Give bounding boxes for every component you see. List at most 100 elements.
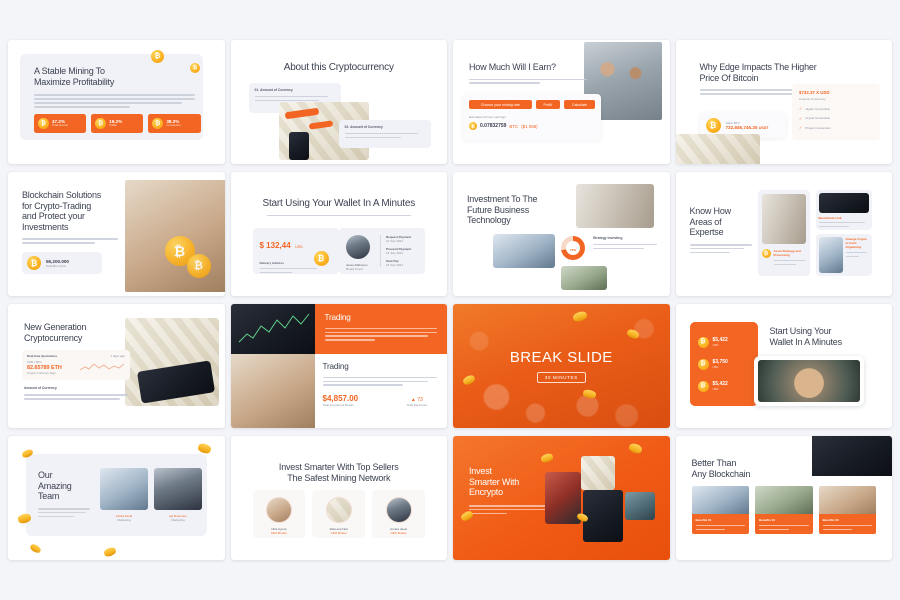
result-fiat: ($1 068)	[521, 123, 538, 129]
slide-thumbnail-grid: ₿ ₿ A Stable Mining To Maximize Profitab…	[0, 0, 900, 600]
stat-chip[interactable]: ₿ 38.2% Conversion	[148, 114, 201, 133]
slide-thumbnail-new-generation[interactable]: New Generation Cryptocurrency Real time …	[8, 304, 225, 428]
result-amount: 0.07832759	[480, 123, 507, 129]
card-heading: 01. Amount of Currency	[254, 88, 293, 92]
slide-thumbnail-know-how-areas[interactable]: Know How Areas of Expertse ₿ Asset Strat…	[675, 172, 892, 296]
benefit-card[interactable]: Benefits 01	[691, 486, 749, 534]
result-label: Estimated 24 hour earnings	[469, 115, 506, 119]
amount-unit: USD	[712, 365, 719, 369]
avatar	[325, 497, 352, 523]
benefit-heading: Benefits 01	[695, 518, 712, 522]
amount-row[interactable]: ₿ $5,422 USD	[697, 336, 750, 348]
slide-title-line2: for Crypto-Trading	[22, 200, 92, 211]
stat-label: Conversion	[166, 123, 181, 128]
benefit-card[interactable]: Benefits 03	[818, 486, 876, 534]
card-heading: Change Crypto to Cash Organizing	[845, 237, 868, 249]
avatar	[385, 497, 412, 523]
slide-title-line3: Technology	[467, 215, 511, 226]
slide-title-line2: Amazing	[38, 480, 72, 491]
price-amount: $ 132,44	[259, 241, 291, 250]
slide-title-line1: Our	[38, 470, 53, 480]
slide-thumbnail-stable-mining[interactable]: ₿ ₿ A Stable Mining To Maximize Profitab…	[8, 40, 225, 164]
slide-title-line3: Encrypto	[469, 487, 503, 498]
slide-title-line2: Future Business	[467, 204, 530, 215]
timeline-card[interactable]: Jesse Rathnoon Broad Invest Request Paym…	[339, 228, 425, 274]
price-unit: USD	[295, 245, 303, 249]
bitcoin-cash-photo: ₿ ₿	[124, 180, 225, 292]
amount-row[interactable]: ₿ $5,422 USD	[697, 380, 750, 392]
bitcoin-hands-photo	[757, 360, 860, 402]
expertise-card[interactable]: ₿ Asset Strategy and Processing	[757, 190, 810, 276]
slide-thumbnail-trading[interactable]: Trading Trading $4,857.00 Total Investme…	[230, 304, 447, 428]
seller-card[interactable]: Arnara deesi CEO Broker	[372, 490, 425, 538]
benefit-card[interactable]: Benefits 02	[755, 486, 813, 534]
price-card[interactable]: ₿ 56,200.000 Total Btc Coins	[22, 252, 102, 274]
benefit-heading: Benefits 02	[759, 518, 776, 522]
slide-thumbnail-wallet-minutes[interactable]: ₿ $5,422 USD ₿ $3,750 USD ₿ $5,422 USD S…	[675, 304, 892, 428]
expertise-card[interactable]: Blockchain Link	[815, 190, 872, 230]
bitcoin-coin-icon: ₿	[697, 380, 709, 392]
bitcoin-coin-icon: ₿	[27, 256, 41, 270]
stat-label: Total Income	[52, 123, 68, 128]
result-unit: BTC	[509, 123, 519, 129]
price-card[interactable]: $ 132,44 USD Delivery Address ₿	[252, 228, 339, 274]
slide-title: How Much Will I Earn?	[469, 62, 556, 72]
calculate-button[interactable]: Calculate	[563, 100, 595, 109]
office-photo	[761, 194, 806, 244]
member-role: Marketing	[117, 518, 131, 522]
trading-amount: $4,857.00	[322, 394, 359, 404]
check-icon: ✓	[799, 115, 803, 121]
slide-thumbnail-amazing-team[interactable]: Our Amazing Team Azelia Facia Marketing …	[8, 436, 225, 560]
coin-icon	[540, 452, 554, 464]
amount-row[interactable]: ₿ $3,750 USD	[697, 358, 750, 370]
member-photo	[100, 468, 148, 510]
quote-card[interactable]: Real time Quotations 7 days ago USD / BT…	[22, 350, 130, 380]
team-member-card[interactable]: Ayl Rosemoo Marketing	[154, 468, 202, 522]
benefit-item: Crypto Conversion	[805, 116, 831, 120]
body-title: Trading	[322, 362, 349, 371]
slide-thumbnail-invest-smarter-encrypto[interactable]: Invest Smarter With Encrypto	[453, 436, 670, 560]
slide-thumbnail-how-much-earn[interactable]: How Much Will I Earn? Choose your mining…	[453, 40, 670, 164]
profit-button[interactable]: Profit	[535, 100, 560, 109]
slide-thumbnail-about-cryptocurrency[interactable]: About this Cryptocurrency 01. Amount of …	[230, 40, 447, 164]
check-icon: ✓	[799, 125, 803, 130]
price-unit: USDT	[758, 125, 769, 130]
slide-thumbnail-invest-smarter-sellers[interactable]: Invest Smarter With Top Sellers The Safe…	[230, 436, 447, 560]
slide-thumbnail-start-using-wallet[interactable]: Start Using Your Wallet In A Minutes $ 1…	[230, 172, 447, 296]
seller-role: CEO Broker	[330, 531, 347, 535]
trading-chart-photo	[230, 304, 315, 354]
slide-thumbnail-why-edge-impacts[interactable]: Why Edge Impacts The Higher Price Of Bit…	[675, 40, 892, 164]
banner-title: Trading	[324, 313, 351, 322]
coin-icon: ₿	[761, 249, 771, 258]
choose-rate-button[interactable]: Choose your mining rate	[469, 100, 532, 109]
stat-chip[interactable]: ₿ 47.2% Total Income	[34, 114, 87, 133]
person-role: Broad Invest	[346, 267, 363, 271]
amount-unit: USD	[712, 387, 719, 391]
slide-thumbnail-better-than-blockchain[interactable]: Better Than Any Blockchain Benefits 01 B…	[675, 436, 892, 560]
expertise-card[interactable]: Change Crypto to Cash Organizing	[815, 234, 872, 276]
slide-thumbnail-blockchain-solutions[interactable]: ₿ ₿ Blockchain Solutions for Crypto-Trad…	[8, 172, 225, 296]
collage-photo	[583, 490, 623, 542]
bitcoin-coin-icon: ₿	[697, 358, 709, 370]
slide-title-line1: Know How	[689, 206, 732, 216]
avatar	[346, 235, 370, 259]
bitcoin-coin-icon: ₿	[38, 118, 49, 129]
coin-icon	[627, 442, 644, 455]
bitcoin-coin-icon: ₿	[152, 118, 164, 129]
meeting-photo	[818, 237, 843, 273]
card-heading: 02. Amount of Currency	[344, 125, 383, 129]
amounts-panel: ₿ $5,422 USD ₿ $3,750 USD ₿ $5,422 USD	[689, 322, 758, 406]
slide-thumbnail-investment-future[interactable]: Investment To The Future Business Techno…	[453, 172, 670, 296]
info-card[interactable]: 02. Amount of Currency	[338, 120, 431, 148]
team-member-card[interactable]: Azelia Facia Marketing	[100, 468, 148, 522]
seller-card[interactable]: Rebecca Nett CEO Broker	[312, 490, 366, 538]
slide-thumbnail-break-slide[interactable]: BREAK SLIDE 30 MINUTES	[453, 304, 670, 428]
team-photo	[561, 266, 607, 290]
stat-chip[interactable]: ₿ 19.2% Traffic	[91, 114, 144, 133]
slide-title-line2: Any Blockchain	[691, 468, 751, 479]
slide-title-line2: Maximize Profitability	[34, 76, 115, 87]
seller-card[interactable]: Niza Ayuna CEO Broker	[252, 490, 306, 538]
benefit-item: Higher Conversion	[805, 106, 831, 111]
benefit-heading: Benefits 03	[822, 518, 839, 522]
benefit-photo	[818, 486, 876, 514]
